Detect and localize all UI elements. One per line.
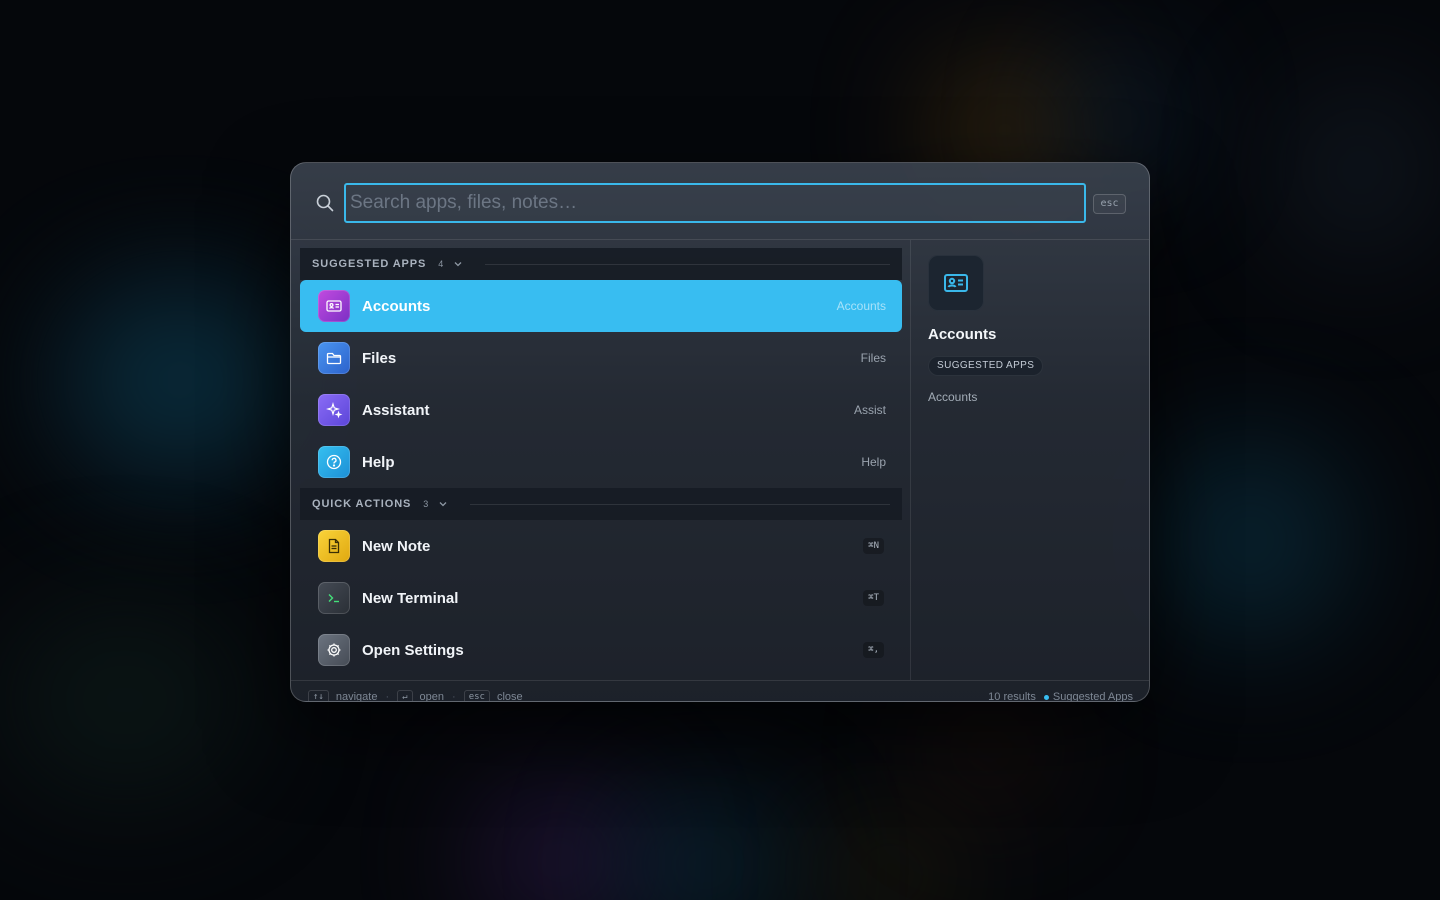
- result-status: 10 results Suggested Apps: [988, 691, 1133, 702]
- app-icon: [318, 530, 350, 562]
- shortcut-badge: ⌘,: [863, 642, 884, 658]
- result-hint: Assist: [853, 403, 886, 417]
- result-item-assistant[interactable]: Assistant Assist: [300, 384, 902, 436]
- id-card-icon: [944, 274, 968, 292]
- result-label: Files: [362, 349, 397, 367]
- result-label: New Note: [362, 537, 431, 555]
- footer-bar: ↑↓ navigate · ↵ open · esc close 10 resu…: [291, 680, 1149, 702]
- app-icon: [318, 394, 350, 426]
- results-count: 10 results: [988, 691, 1036, 702]
- hint-separator: ·: [452, 691, 456, 702]
- result-item-accounts[interactable]: Accounts Accounts: [300, 280, 902, 332]
- result-item-help[interactable]: Help Help: [300, 436, 902, 488]
- search-input[interactable]: [344, 183, 1086, 223]
- search-icon: [316, 194, 334, 212]
- result-item-new-note[interactable]: New Note ⌘N: [300, 520, 902, 572]
- sparkles-icon: [326, 402, 343, 419]
- folder-icon: [326, 352, 342, 365]
- close-key: esc: [463, 690, 490, 701]
- result-hint: Accounts: [836, 299, 886, 313]
- shortcut-badge: ⌘N: [863, 538, 884, 554]
- section-count: 4: [438, 259, 444, 269]
- open-label: open: [419, 691, 445, 702]
- result-label: Assistant: [362, 401, 430, 419]
- status-dot: [1043, 694, 1049, 700]
- section-title: SUGGESTED APPS: [312, 258, 427, 270]
- result-label: Help: [362, 453, 395, 471]
- command-palette: esc SUGGESTED APPS 4 Accounts Accounts: [290, 162, 1150, 702]
- results-list: SUGGESTED APPS 4 Accounts Accounts Files…: [300, 248, 902, 680]
- result-item-files[interactable]: Files Files: [300, 332, 902, 384]
- result-hint: Help: [861, 455, 886, 469]
- result-label: Open Settings: [362, 641, 464, 659]
- question-circle-icon: [326, 454, 342, 470]
- detail-title: Accounts: [928, 326, 997, 343]
- section-title: QUICK ACTIONS: [312, 498, 412, 510]
- hint-separator: ·: [385, 691, 390, 702]
- keyboard-hints: ↑↓ navigate · ↵ open · esc close: [308, 690, 523, 702]
- shortcut-badge: ⌘T: [863, 590, 884, 606]
- section-count: 3: [423, 499, 429, 509]
- navigate-key: ↑↓: [308, 690, 329, 701]
- open-key: ↵: [397, 690, 413, 701]
- search-bar: esc: [291, 163, 1149, 240]
- close-label: close: [496, 691, 523, 702]
- app-icon: [318, 342, 350, 374]
- section-divider: [470, 503, 890, 505]
- detail-subtitle: Accounts: [928, 390, 978, 404]
- app-icon: [318, 634, 350, 666]
- app-icon: [318, 582, 350, 614]
- navigate-label: navigate: [335, 691, 378, 702]
- result-hint: Files: [860, 351, 886, 365]
- section-divider: [485, 263, 890, 265]
- result-item-new-terminal[interactable]: New Terminal ⌘T: [300, 572, 902, 624]
- esc-key-hint[interactable]: esc: [1093, 194, 1126, 214]
- detail-category-badge: SUGGESTED APPS: [928, 356, 1044, 376]
- app-icon: [318, 290, 350, 322]
- id-card-icon: [326, 300, 342, 312]
- result-label: Accounts: [362, 297, 431, 315]
- section-header-suggested-apps: SUGGESTED APPS 4: [300, 248, 902, 280]
- result-item-open-settings[interactable]: Open Settings ⌘,: [300, 624, 902, 676]
- detail-panel: Accounts SUGGESTED APPS Accounts: [910, 240, 1149, 680]
- section-header-quick-actions: QUICK ACTIONS 3: [300, 488, 902, 520]
- detail-app-icon: [928, 255, 984, 311]
- note-icon: [328, 538, 340, 554]
- chevron-down-icon[interactable]: [438, 499, 448, 509]
- app-icon: [318, 446, 350, 478]
- results-context: Suggested Apps: [1052, 691, 1133, 702]
- chevron-down-icon[interactable]: [453, 259, 463, 269]
- gear-icon: [327, 643, 341, 657]
- terminal-icon: [328, 594, 339, 603]
- result-label: New Terminal: [362, 589, 459, 607]
